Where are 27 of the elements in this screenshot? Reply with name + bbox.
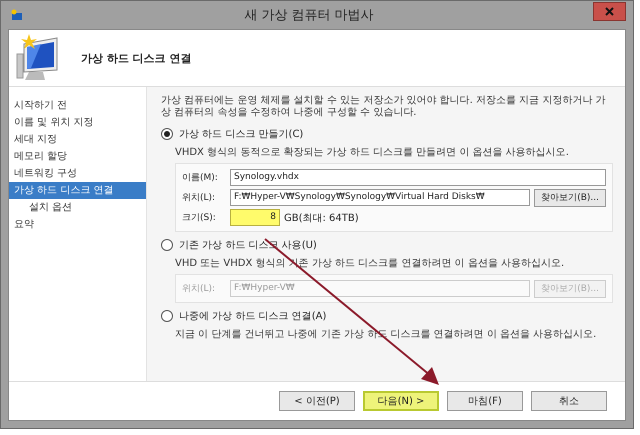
field-label: 이름(M): <box>182 172 219 184</box>
wizard-button[interactable]: < 이전(P) <box>279 391 355 411</box>
field-label: 위치(L): <box>182 192 216 204</box>
name-field[interactable]: Synology.vhdx <box>230 169 606 186</box>
step-item[interactable]: 세대 지정 <box>9 131 146 148</box>
location-field[interactable]: F:₩Hyper-V₩Synology₩Synology₩Virtual Hard Disks₩ <box>230 189 530 206</box>
field-label: 위치(L): <box>182 283 216 295</box>
field-label: 크기(S): <box>182 212 217 224</box>
step-item[interactable]: 네트워킹 구성 <box>9 165 146 182</box>
size-field[interactable]: 8 <box>230 209 280 226</box>
step-item[interactable]: 가상 하드 디스크 연결 <box>9 182 146 199</box>
option-label: 나중에 가상 하드 디스크 연결(A) <box>179 310 326 323</box>
page-title: 가상 하드 디스크 연결 <box>81 50 192 66</box>
step-item[interactable]: 시작하기 전 <box>9 97 146 114</box>
option-label: 가상 하드 디스크 만들기(C) <box>179 128 304 141</box>
step-item[interactable]: 이름 및 위치 지정 <box>9 114 146 131</box>
option-description: VHDX 형식의 동적으로 확장되는 가상 하드 디스크를 만들려면 이 옵션을 사용하십시오. <box>175 146 570 159</box>
wizard-button[interactable]: 마침(F) <box>447 391 523 411</box>
unit-label: GB(최대: 64TB) <box>284 212 359 224</box>
intro-text: 가상 컴퓨터에는 운영 체제를 설치할 수 있는 저장소가 있어야 합니다. 저장소를 지금 지정하거나 가상 컴퓨터의 속성을 수정하여 나중에 구성할 수 있습니다. <box>161 95 607 119</box>
browse-button[interactable]: 찾아보기(B)... <box>534 188 606 206</box>
step-item[interactable]: 설치 옵션 <box>9 199 146 216</box>
step-item[interactable]: 메모리 할당 <box>9 148 146 165</box>
wizard-button[interactable]: 취소 <box>531 391 607 411</box>
window-title: 새 가상 컴퓨터 마법사 <box>243 7 375 24</box>
wizard-button[interactable]: 다음(N) > <box>363 391 439 411</box>
step-item[interactable]: 요약 <box>9 216 146 233</box>
